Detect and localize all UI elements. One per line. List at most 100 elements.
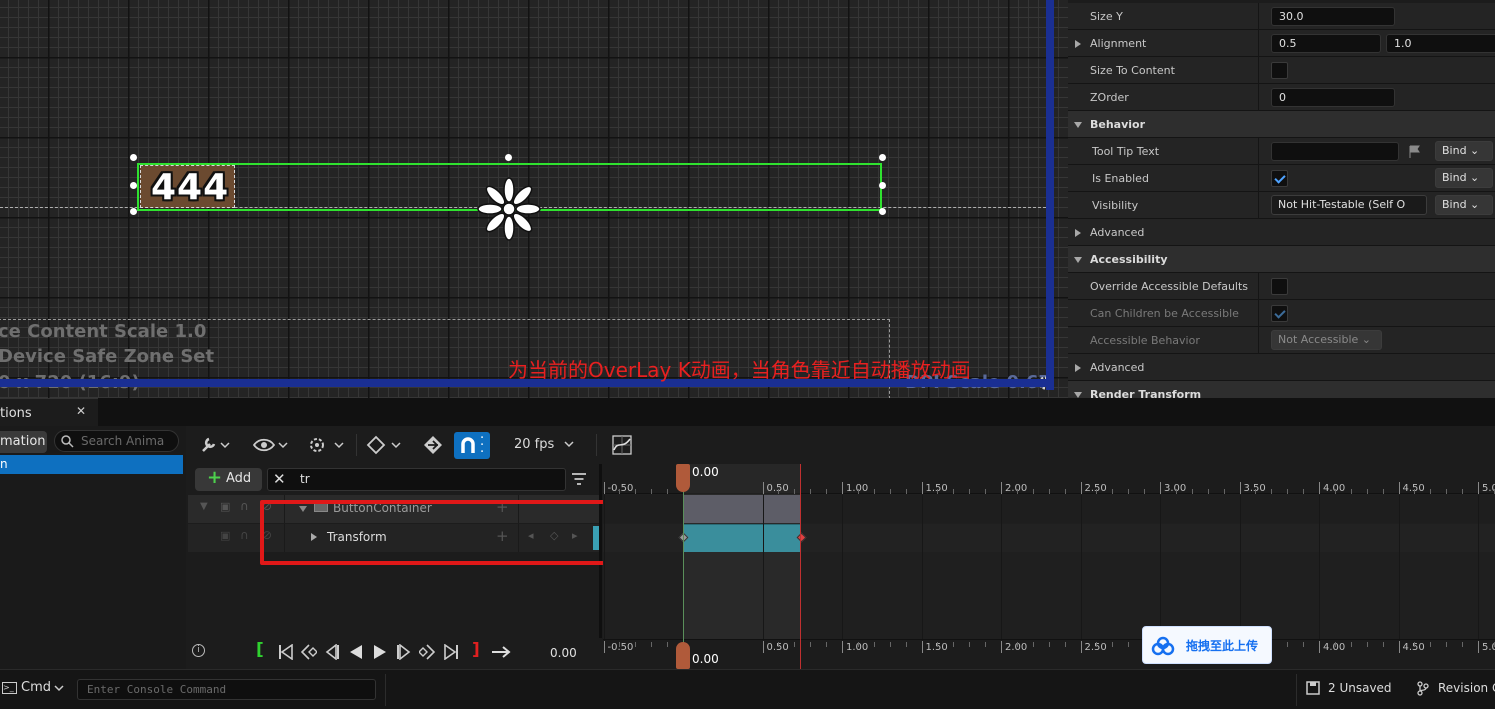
next-frame-icon[interactable] <box>396 644 412 660</box>
prev-frame-icon[interactable] <box>324 644 340 660</box>
section-accessibility[interactable]: Accessibility <box>1068 246 1495 273</box>
snap-magnet-button[interactable]: · · · <box>454 432 490 459</box>
headphones-icon[interactable]: ∩ <box>240 528 249 542</box>
is-enabled-checkbox[interactable] <box>1271 170 1288 187</box>
pin-icon[interactable]: ▼ <box>200 501 208 512</box>
ruler-minor-tick <box>810 489 812 494</box>
prop-row-advanced[interactable]: Advanced <box>1068 219 1495 246</box>
grid-line <box>1398 495 1400 639</box>
flag-icon[interactable] <box>1408 145 1422 158</box>
size-y-input[interactable]: 30.0 <box>1271 7 1395 26</box>
selection-handle[interactable] <box>130 154 137 161</box>
curve-editor-icon[interactable] <box>612 435 632 455</box>
ruler-minor-tick <box>794 489 796 494</box>
pivot-icon[interactable] <box>476 176 542 242</box>
timeline-area[interactable]: 0.00 0.00 -0.50-0.500.500.501.001.001.50… <box>603 464 1495 669</box>
details-panel: Size Y 30.0 Alignment 0.5 1.0 Size To Co… <box>1068 0 1495 398</box>
ruler-minor-tick <box>969 489 971 494</box>
ruler-minor-tick <box>1462 642 1464 647</box>
headphones-icon[interactable]: ∩ <box>240 499 249 513</box>
play-range-start-icon[interactable]: [ <box>256 640 264 660</box>
section-render-transform[interactable]: Render Transform <box>1068 381 1495 398</box>
bind-label: Bind <box>1442 144 1467 157</box>
section-behavior[interactable]: Behavior <box>1068 111 1495 138</box>
search-field[interactable]: Search Anima <box>54 430 179 452</box>
prev-key-icon[interactable] <box>301 644 317 660</box>
branch-icon <box>1417 681 1429 696</box>
filter-icon[interactable] <box>571 473 587 486</box>
grid-line <box>1001 495 1002 639</box>
next-key-icon[interactable] <box>419 644 435 660</box>
selection-handle[interactable] <box>879 182 886 189</box>
selection-handle[interactable] <box>130 208 137 215</box>
alignment-x-input[interactable]: 0.5 <box>1271 34 1381 53</box>
play-reverse-icon[interactable] <box>348 644 364 660</box>
play-icon[interactable] <box>372 644 388 660</box>
loop-mode-icon[interactable] <box>491 645 511 659</box>
wrench-icon[interactable] <box>200 436 230 454</box>
current-time-field[interactable]: 0.00 <box>550 646 577 660</box>
selection-handle[interactable] <box>130 182 137 189</box>
lock-icon[interactable]: ▣ <box>220 529 230 542</box>
bind-dropdown[interactable]: Bind ⌄ <box>1435 141 1493 161</box>
filter-text: tr <box>300 472 310 486</box>
fps-dropdown[interactable]: 20 fps <box>514 437 576 455</box>
section-label: Behavior <box>1090 118 1146 131</box>
ruler-minor-tick <box>1096 489 1098 494</box>
prop-label: Is Enabled <box>1092 172 1149 185</box>
go-to-end-icon[interactable] <box>443 644 459 660</box>
size-to-content-checkbox[interactable] <box>1271 62 1288 79</box>
play-range-end-icon[interactable]: ] <box>472 640 480 660</box>
lock-icon[interactable]: ▣ <box>220 500 230 513</box>
ruler-tick <box>1239 482 1241 494</box>
plus-icon: + <box>207 467 223 488</box>
expand-arrow-icon[interactable] <box>1075 40 1081 48</box>
bind-dropdown[interactable]: Bind ⌄ <box>1435 195 1493 215</box>
selection-handle[interactable] <box>505 154 512 161</box>
ruler-tick-label: -0.50 <box>607 483 634 494</box>
more-options-icon[interactable]: · · · <box>480 432 484 459</box>
key-diamond-icon[interactable] <box>366 435 406 455</box>
override-accessible-checkbox[interactable] <box>1271 278 1288 295</box>
selection-handle[interactable] <box>879 154 886 161</box>
console-input[interactable]: Enter Console Command <box>77 679 376 700</box>
close-icon[interactable]: ✕ <box>76 404 86 418</box>
tab-animations[interactable]: tions ✕ <box>0 398 98 426</box>
ruler-minor-tick <box>1446 489 1448 494</box>
ruler-minor-tick <box>1334 489 1336 494</box>
bind-dropdown[interactable]: Bind ⌄ <box>1435 168 1493 188</box>
prop-row-override-accessible: Override Accessible Defaults <box>1068 273 1495 300</box>
playback-options-icon[interactable] <box>306 435 346 455</box>
add-track-button[interactable]: + Add <box>195 467 262 491</box>
key-filter-icon[interactable] <box>423 435 443 455</box>
animation-list-item-selected[interactable]: n <box>0 455 183 474</box>
prop-label: Size To Content <box>1090 64 1175 77</box>
revision-control-button[interactable]: Revision C <box>1417 680 1495 700</box>
accessible-behavior-dropdown: Not Accessible ⌄ <box>1271 330 1382 350</box>
visibility-dropdown[interactable]: Not Hit-Testable (Self O <box>1271 195 1427 215</box>
prop-row-zorder: ZOrder 0 <box>1068 84 1495 111</box>
go-to-start-icon[interactable] <box>278 644 294 660</box>
selection-handle[interactable] <box>879 208 886 215</box>
prop-row-advanced-2[interactable]: Advanced <box>1068 354 1495 381</box>
eye-icon[interactable] <box>252 436 290 454</box>
ruler-minor-tick <box>857 642 859 647</box>
prop-label: Can Children be Accessible <box>1090 307 1239 320</box>
screen-bound-right <box>1046 0 1054 390</box>
ruler-tick <box>603 482 605 494</box>
designer-viewport[interactable]: 444 ce Content Scale 1.0 Device Safe Zon… <box>0 0 1068 398</box>
grid-line <box>921 495 923 639</box>
add-animation-button[interactable]: mation <box>0 431 47 453</box>
prop-label: Override Accessible Defaults <box>1090 280 1249 293</box>
ruler-tick <box>1080 641 1082 653</box>
info-icon[interactable]: i <box>192 644 205 657</box>
tooltip-input[interactable] <box>1271 142 1399 161</box>
number-badge: 444 <box>140 165 235 208</box>
zorder-input[interactable]: 0 <box>1271 88 1395 107</box>
upload-badge[interactable]: 拖拽至此上传 <box>1142 626 1272 664</box>
cmd-dropdown[interactable]: >_ Cmd <box>0 679 70 699</box>
track-filter-input[interactable]: ✕ tr <box>267 468 566 491</box>
alignment-y-input[interactable]: 1.0 <box>1386 34 1495 53</box>
clear-filter-icon[interactable]: ✕ <box>273 470 286 488</box>
unsaved-button[interactable]: 2 Unsaved <box>1306 680 1406 700</box>
